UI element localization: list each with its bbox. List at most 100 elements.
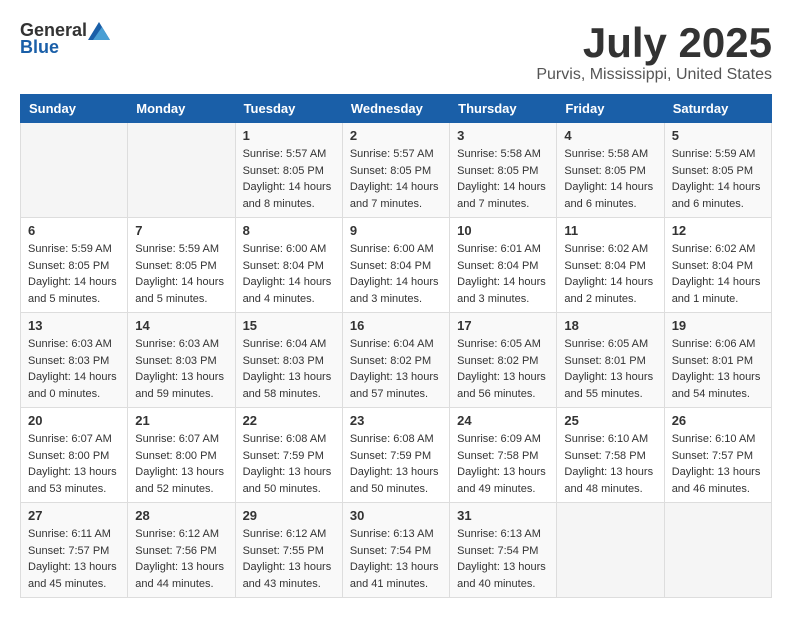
logo-blue-text: Blue	[20, 37, 59, 58]
day-info: Sunrise: 5:57 AM Sunset: 8:05 PM Dayligh…	[243, 146, 335, 212]
calendar-week-row: 1 Sunrise: 5:57 AM Sunset: 8:05 PM Daylig…	[21, 123, 772, 218]
day-number: 22	[243, 413, 335, 428]
weekday-header-row: SundayMondayTuesdayWednesdayThursdayFrid…	[21, 95, 772, 123]
calendar-cell: 31 Sunrise: 6:13 AM Sunset: 7:54 PM Dayli…	[450, 503, 557, 598]
calendar-cell: 10 Sunrise: 6:01 AM Sunset: 8:04 PM Dayli…	[450, 218, 557, 313]
day-number: 1	[243, 128, 335, 143]
day-number: 31	[457, 508, 549, 523]
day-info: Sunrise: 6:09 AM Sunset: 7:58 PM Dayligh…	[457, 431, 549, 497]
day-number: 4	[564, 128, 656, 143]
calendar-cell: 6 Sunrise: 5:59 AM Sunset: 8:05 PM Daylig…	[21, 218, 128, 313]
weekday-header: Thursday	[450, 95, 557, 123]
calendar-cell: 8 Sunrise: 6:00 AM Sunset: 8:04 PM Daylig…	[235, 218, 342, 313]
day-info: Sunrise: 6:10 AM Sunset: 7:58 PM Dayligh…	[564, 431, 656, 497]
day-info: Sunrise: 6:01 AM Sunset: 8:04 PM Dayligh…	[457, 241, 549, 307]
calendar-cell: 7 Sunrise: 5:59 AM Sunset: 8:05 PM Daylig…	[128, 218, 235, 313]
day-number: 23	[350, 413, 442, 428]
calendar-cell: 23 Sunrise: 6:08 AM Sunset: 7:59 PM Dayli…	[342, 408, 449, 503]
calendar-cell: 16 Sunrise: 6:04 AM Sunset: 8:02 PM Dayli…	[342, 313, 449, 408]
weekday-header: Sunday	[21, 95, 128, 123]
day-number: 24	[457, 413, 549, 428]
calendar-cell: 4 Sunrise: 5:58 AM Sunset: 8:05 PM Daylig…	[557, 123, 664, 218]
day-info: Sunrise: 6:08 AM Sunset: 7:59 PM Dayligh…	[350, 431, 442, 497]
calendar-cell: 2 Sunrise: 5:57 AM Sunset: 8:05 PM Daylig…	[342, 123, 449, 218]
day-number: 14	[135, 318, 227, 333]
day-number: 21	[135, 413, 227, 428]
day-info: Sunrise: 6:13 AM Sunset: 7:54 PM Dayligh…	[350, 526, 442, 592]
day-info: Sunrise: 6:12 AM Sunset: 7:56 PM Dayligh…	[135, 526, 227, 592]
day-info: Sunrise: 6:07 AM Sunset: 8:00 PM Dayligh…	[28, 431, 120, 497]
month-title: July 2025	[536, 20, 772, 66]
calendar-cell: 3 Sunrise: 5:58 AM Sunset: 8:05 PM Daylig…	[450, 123, 557, 218]
day-number: 10	[457, 223, 549, 238]
day-info: Sunrise: 6:07 AM Sunset: 8:00 PM Dayligh…	[135, 431, 227, 497]
day-number: 12	[672, 223, 764, 238]
day-info: Sunrise: 6:05 AM Sunset: 8:02 PM Dayligh…	[457, 336, 549, 402]
day-info: Sunrise: 6:06 AM Sunset: 8:01 PM Dayligh…	[672, 336, 764, 402]
day-number: 19	[672, 318, 764, 333]
day-number: 28	[135, 508, 227, 523]
calendar-cell: 21 Sunrise: 6:07 AM Sunset: 8:00 PM Dayli…	[128, 408, 235, 503]
day-info: Sunrise: 6:00 AM Sunset: 8:04 PM Dayligh…	[350, 241, 442, 307]
day-info: Sunrise: 5:57 AM Sunset: 8:05 PM Dayligh…	[350, 146, 442, 212]
calendar-cell: 27 Sunrise: 6:11 AM Sunset: 7:57 PM Dayli…	[21, 503, 128, 598]
day-number: 29	[243, 508, 335, 523]
calendar-cell: 1 Sunrise: 5:57 AM Sunset: 8:05 PM Daylig…	[235, 123, 342, 218]
day-number: 11	[564, 223, 656, 238]
day-number: 30	[350, 508, 442, 523]
day-number: 13	[28, 318, 120, 333]
calendar-week-row: 6 Sunrise: 5:59 AM Sunset: 8:05 PM Daylig…	[21, 218, 772, 313]
day-info: Sunrise: 5:59 AM Sunset: 8:05 PM Dayligh…	[28, 241, 120, 307]
day-number: 27	[28, 508, 120, 523]
calendar-cell: 22 Sunrise: 6:08 AM Sunset: 7:59 PM Dayli…	[235, 408, 342, 503]
weekday-header: Wednesday	[342, 95, 449, 123]
day-number: 26	[672, 413, 764, 428]
day-number: 3	[457, 128, 549, 143]
calendar-cell	[21, 123, 128, 218]
day-number: 6	[28, 223, 120, 238]
day-info: Sunrise: 6:13 AM Sunset: 7:54 PM Dayligh…	[457, 526, 549, 592]
day-number: 7	[135, 223, 227, 238]
day-info: Sunrise: 6:02 AM Sunset: 8:04 PM Dayligh…	[672, 241, 764, 307]
calendar-cell: 11 Sunrise: 6:02 AM Sunset: 8:04 PM Dayli…	[557, 218, 664, 313]
calendar-cell: 30 Sunrise: 6:13 AM Sunset: 7:54 PM Dayli…	[342, 503, 449, 598]
calendar-cell: 25Sunrise: 6:10 AM Sunset: 7:58 PM Dayli…	[557, 408, 664, 503]
day-info: Sunrise: 6:05 AM Sunset: 8:01 PM Dayligh…	[564, 336, 656, 402]
weekday-header: Tuesday	[235, 95, 342, 123]
header: General Blue July 2025 Purvis, Mississip…	[20, 20, 772, 84]
day-info: Sunrise: 6:00 AM Sunset: 8:04 PM Dayligh…	[243, 241, 335, 307]
calendar-cell: 13Sunrise: 6:03 AM Sunset: 8:03 PM Dayli…	[21, 313, 128, 408]
day-info: Sunrise: 6:04 AM Sunset: 8:02 PM Dayligh…	[350, 336, 442, 402]
calendar: SundayMondayTuesdayWednesdayThursdayFrid…	[20, 94, 772, 598]
calendar-cell: 24 Sunrise: 6:09 AM Sunset: 7:58 PM Dayli…	[450, 408, 557, 503]
day-number: 5	[672, 128, 764, 143]
calendar-cell: 12 Sunrise: 6:02 AM Sunset: 8:04 PM Dayli…	[664, 218, 771, 313]
day-number: 18	[564, 318, 656, 333]
day-info: Sunrise: 6:12 AM Sunset: 7:55 PM Dayligh…	[243, 526, 335, 592]
day-info: Sunrise: 5:59 AM Sunset: 8:05 PM Dayligh…	[135, 241, 227, 307]
logo-icon	[88, 22, 110, 40]
weekday-header: Monday	[128, 95, 235, 123]
day-number: 8	[243, 223, 335, 238]
day-info: Sunrise: 6:02 AM Sunset: 8:04 PM Dayligh…	[564, 241, 656, 307]
day-info: Sunrise: 6:08 AM Sunset: 7:59 PM Dayligh…	[243, 431, 335, 497]
calendar-week-row: 20Sunrise: 6:07 AM Sunset: 8:00 PM Dayli…	[21, 408, 772, 503]
day-number: 17	[457, 318, 549, 333]
day-number: 16	[350, 318, 442, 333]
day-number: 15	[243, 318, 335, 333]
calendar-cell	[128, 123, 235, 218]
day-number: 2	[350, 128, 442, 143]
calendar-cell: 19 Sunrise: 6:06 AM Sunset: 8:01 PM Dayli…	[664, 313, 771, 408]
calendar-cell	[557, 503, 664, 598]
weekday-header: Saturday	[664, 95, 771, 123]
day-info: Sunrise: 5:59 AM Sunset: 8:05 PM Dayligh…	[672, 146, 764, 212]
day-info: Sunrise: 5:58 AM Sunset: 8:05 PM Dayligh…	[564, 146, 656, 212]
calendar-cell	[664, 503, 771, 598]
calendar-cell: 18 Sunrise: 6:05 AM Sunset: 8:01 PM Dayli…	[557, 313, 664, 408]
calendar-cell: 17 Sunrise: 6:05 AM Sunset: 8:02 PM Dayli…	[450, 313, 557, 408]
calendar-cell: 29 Sunrise: 6:12 AM Sunset: 7:55 PM Dayli…	[235, 503, 342, 598]
day-info: Sunrise: 6:11 AM Sunset: 7:57 PM Dayligh…	[28, 526, 120, 592]
calendar-cell: 9Sunrise: 6:00 AM Sunset: 8:04 PM Daylig…	[342, 218, 449, 313]
calendar-cell: 15Sunrise: 6:04 AM Sunset: 8:03 PM Dayli…	[235, 313, 342, 408]
day-info: Sunrise: 5:58 AM Sunset: 8:05 PM Dayligh…	[457, 146, 549, 212]
